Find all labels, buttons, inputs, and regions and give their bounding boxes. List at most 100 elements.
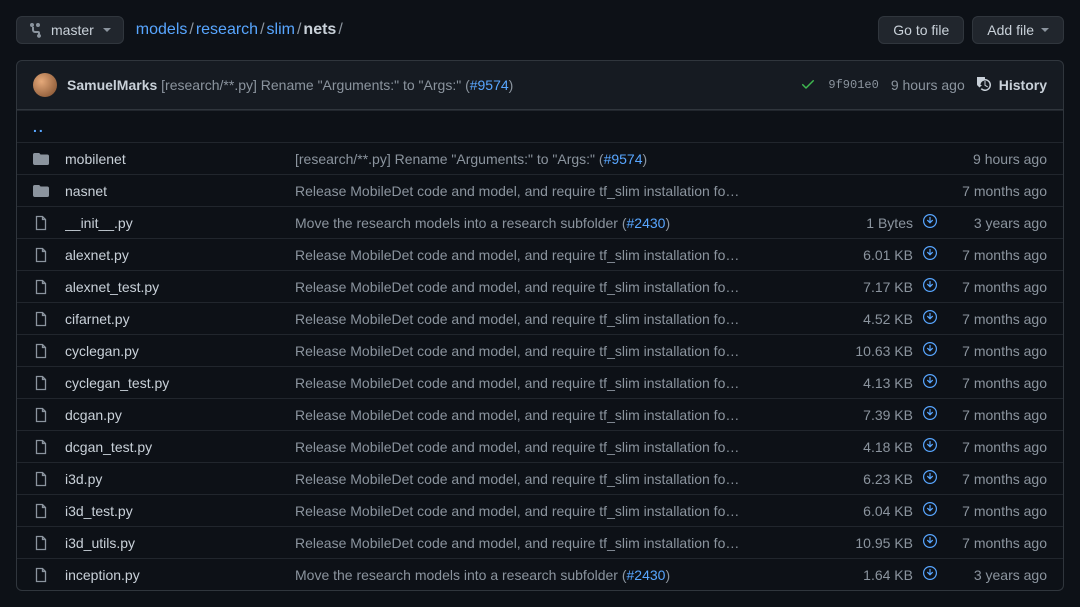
folder-icon [33, 151, 53, 167]
top-bar: master models/research/slim/nets/ Go to … [16, 16, 1064, 44]
commit-message-cell[interactable]: Release MobileDet code and model, and re… [295, 311, 843, 327]
file-size: 7.39 KB [843, 407, 913, 423]
table-row: dcgan.py Release MobileDet code and model… [17, 398, 1063, 430]
file-icon [33, 343, 53, 359]
table-row: cyclegan_test.py Release MobileDet code a… [17, 366, 1063, 398]
download-icon[interactable] [913, 341, 947, 360]
file-name-link[interactable]: nasnet [65, 183, 107, 199]
branch-select-button[interactable]: master [16, 16, 124, 44]
commit-message-cell[interactable]: [research/**.py] Rename "Arguments:" to … [295, 151, 843, 167]
git-branch-icon [29, 22, 45, 38]
check-icon[interactable] [800, 76, 816, 95]
table-row: __init__.py Move the research models into… [17, 206, 1063, 238]
table-row: mobilenet [research/**.py] Rename "Argume… [17, 142, 1063, 174]
download-icon[interactable] [913, 469, 947, 488]
add-file-button[interactable]: Add file [972, 16, 1064, 44]
file-name-link[interactable]: dcgan.py [65, 407, 122, 423]
file-name-link[interactable]: i3d.py [65, 471, 102, 487]
file-age: 7 months ago [947, 183, 1047, 199]
pr-link[interactable]: #2430 [627, 567, 666, 583]
file-icon [33, 471, 53, 487]
commit-message[interactable]: [research/**.py] Rename "Arguments:" to … [161, 77, 513, 93]
table-row: i3d_utils.py Release MobileDet code and m… [17, 526, 1063, 558]
commit-sha[interactable]: 9f901e0 [828, 78, 878, 92]
breadcrumb-current: nets [303, 21, 336, 38]
download-icon[interactable] [913, 501, 947, 520]
file-icon [33, 215, 53, 231]
commit-message-cell[interactable]: Release MobileDet code and model, and re… [295, 183, 843, 199]
commit-message-cell[interactable]: Move the research models into a research… [295, 567, 843, 583]
table-row: cifarnet.py Release MobileDet code and mo… [17, 302, 1063, 334]
download-icon[interactable] [913, 565, 947, 584]
table-row: alexnet_test.py Release MobileDet code an… [17, 270, 1063, 302]
download-icon[interactable] [913, 373, 947, 392]
commit-message-cell[interactable]: Release MobileDet code and model, and re… [295, 247, 843, 263]
file-icon [33, 375, 53, 391]
file-name-link[interactable]: i3d_utils.py [65, 535, 135, 551]
breadcrumb-part[interactable]: models [136, 21, 188, 38]
file-name-link[interactable]: alexnet_test.py [65, 279, 159, 295]
file-name-link[interactable]: alexnet.py [65, 247, 129, 263]
commit-message-cell[interactable]: Release MobileDet code and model, and re… [295, 439, 843, 455]
commit-message-cell[interactable]: Release MobileDet code and model, and re… [295, 535, 843, 551]
add-file-label: Add file [987, 22, 1034, 38]
file-name-link[interactable]: i3d_test.py [65, 503, 133, 519]
pr-link[interactable]: #9574 [470, 77, 509, 93]
caret-down-icon [1041, 26, 1049, 34]
table-row: inception.py Move the research models int… [17, 558, 1063, 590]
parent-directory-row[interactable]: .. [17, 110, 1063, 142]
download-icon[interactable] [913, 277, 947, 296]
file-age: 3 years ago [947, 567, 1047, 583]
file-name-link[interactable]: dcgan_test.py [65, 439, 152, 455]
file-age: 7 months ago [947, 375, 1047, 391]
file-name-link[interactable]: cifarnet.py [65, 311, 130, 327]
file-name-link[interactable]: inception.py [65, 567, 140, 583]
commit-message-cell[interactable]: Release MobileDet code and model, and re… [295, 375, 843, 391]
pr-link[interactable]: #9574 [604, 151, 643, 167]
file-name-link[interactable]: cyclegan_test.py [65, 375, 169, 391]
file-size: 10.95 KB [843, 535, 913, 551]
commit-right: 9f901e0 9 hours ago History [800, 76, 1047, 95]
history-link[interactable]: History [977, 77, 1047, 93]
download-icon[interactable] [913, 533, 947, 552]
commit-age: 9 hours ago [891, 77, 965, 93]
avatar[interactable] [33, 73, 57, 97]
download-icon[interactable] [913, 309, 947, 328]
parent-directory-link[interactable]: .. [33, 119, 45, 135]
file-icon [33, 279, 53, 295]
download-icon[interactable] [913, 437, 947, 456]
commit-message-cell[interactable]: Release MobileDet code and model, and re… [295, 503, 843, 519]
file-name-link[interactable]: cyclegan.py [65, 343, 139, 359]
breadcrumb-part[interactable]: research [196, 21, 258, 38]
file-name-link[interactable]: mobilenet [65, 151, 126, 167]
file-age: 7 months ago [947, 279, 1047, 295]
commit-message-cell[interactable]: Release MobileDet code and model, and re… [295, 407, 843, 423]
breadcrumb-part[interactable]: slim [267, 21, 295, 38]
file-size: 4.13 KB [843, 375, 913, 391]
download-icon[interactable] [913, 245, 947, 264]
commit-message-cell[interactable]: Release MobileDet code and model, and re… [295, 343, 843, 359]
download-icon[interactable] [913, 405, 947, 424]
commit-author[interactable]: SamuelMarks [67, 77, 157, 93]
table-row: i3d_test.py Release MobileDet code and mo… [17, 494, 1063, 526]
file-age: 7 months ago [947, 407, 1047, 423]
file-icon [33, 439, 53, 455]
file-size: 6.23 KB [843, 471, 913, 487]
file-size: 6.04 KB [843, 503, 913, 519]
table-row: alexnet.py Release MobileDet code and mod… [17, 238, 1063, 270]
file-size: 1.64 KB [843, 567, 913, 583]
file-name-link[interactable]: __init__.py [65, 215, 133, 231]
file-age: 7 months ago [947, 535, 1047, 551]
file-listing: .. mobilenet [research/**.py] Rename "Arg… [16, 110, 1064, 591]
go-to-file-button[interactable]: Go to file [878, 16, 964, 44]
caret-down-icon [103, 26, 111, 34]
breadcrumb: models/research/slim/nets/ [136, 21, 345, 39]
commit-message-cell[interactable]: Release MobileDet code and model, and re… [295, 471, 843, 487]
file-size: 1 Bytes [843, 215, 913, 231]
commit-message-cell[interactable]: Move the research models into a research… [295, 215, 843, 231]
download-icon[interactable] [913, 213, 947, 232]
commit-message-cell[interactable]: Release MobileDet code and model, and re… [295, 279, 843, 295]
branch-name: master [51, 22, 94, 38]
pr-link[interactable]: #2430 [627, 215, 666, 231]
file-icon [33, 535, 53, 551]
